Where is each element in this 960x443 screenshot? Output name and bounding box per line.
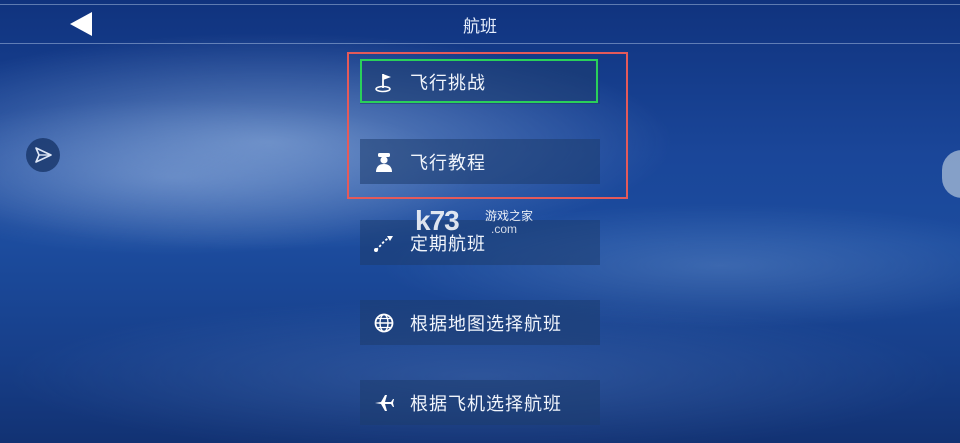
menu-item-label: 根据飞机选择航班: [410, 393, 562, 415]
watermark-logo: k73 游戏之家 .com: [415, 205, 555, 241]
paper-plane-icon: [35, 147, 52, 163]
share-button[interactable]: [26, 138, 60, 172]
flight-route-icon: [372, 231, 396, 255]
top-bar: 航班: [0, 0, 960, 44]
annotation-frame: [347, 52, 628, 199]
page-title: 航班: [463, 17, 497, 37]
airplane-icon: [372, 391, 396, 415]
watermark-com-text: .com: [491, 222, 518, 236]
menu-item-select-by-aircraft[interactable]: 根据飞机选择航班: [360, 380, 600, 425]
top-divider: [0, 4, 960, 5]
globe-icon: [372, 311, 396, 335]
watermark-big-text: k73: [415, 205, 460, 236]
side-panel-handle[interactable]: [942, 150, 960, 198]
menu-item-label: 根据地图选择航班: [410, 313, 562, 335]
menu-item-select-by-map[interactable]: 根据地图选择航班: [360, 300, 600, 345]
header-divider: [0, 43, 960, 44]
